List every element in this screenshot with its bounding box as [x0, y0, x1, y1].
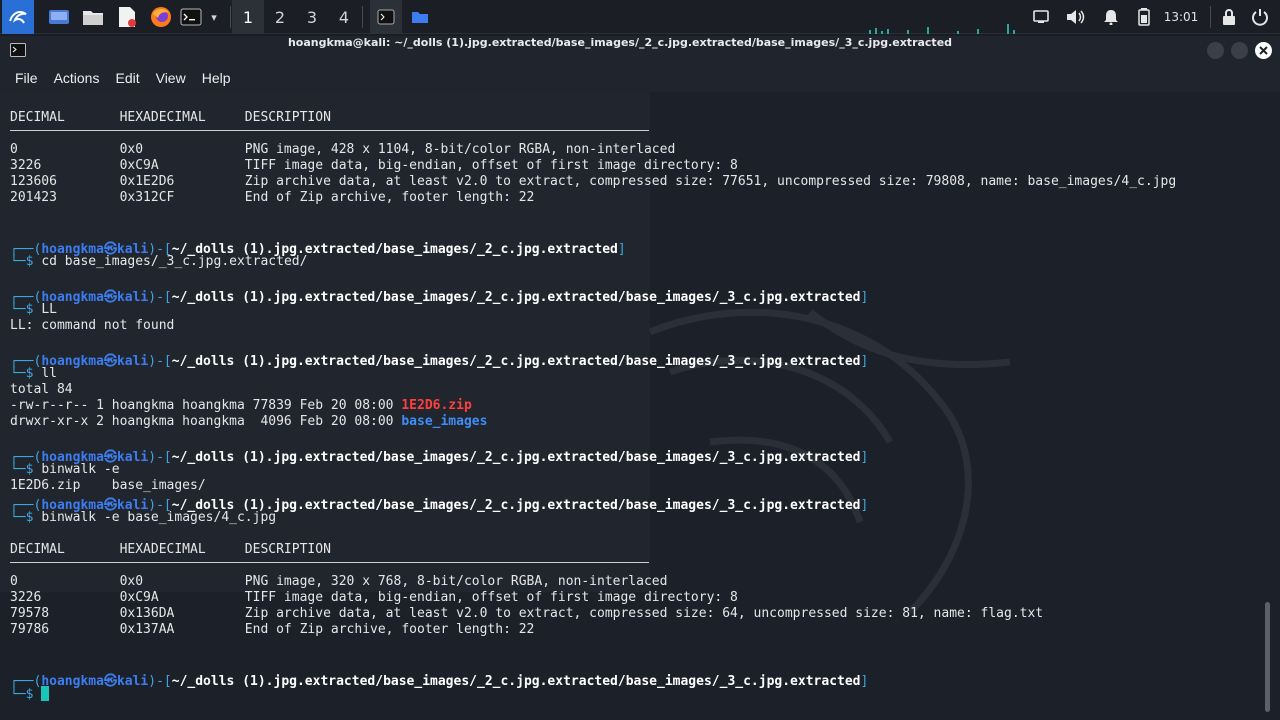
- scan2-row: 79578 0x136DA Zip archive data, at least…: [10, 606, 1044, 621]
- workspace-1[interactable]: 1: [232, 0, 264, 34]
- error-output: LL: command not found: [10, 318, 175, 333]
- prompt-line: ┌──(hoangkma㉿kali)-[~/_dolls (1).jpg.ext…: [10, 242, 626, 257]
- scan2-row: 0 0x0 PNG image, 320 x 768, 8-bit/color …: [10, 574, 668, 589]
- menu-help[interactable]: Help: [202, 70, 231, 86]
- scan1-row: 0 0x0 PNG image, 428 x 1104, 8-bit/color…: [10, 142, 676, 157]
- menu-actions[interactable]: Actions: [54, 70, 100, 86]
- scrollbar[interactable]: [1265, 602, 1270, 712]
- taskbar-terminal-window[interactable]: [370, 0, 402, 34]
- cpu-graph: [868, 0, 1028, 34]
- panel-separator: [1210, 6, 1211, 28]
- workspace-2[interactable]: 2: [264, 0, 296, 34]
- prompt-line: ┌──(hoangkma㉿kali)-[~/_dolls (1).jpg.ext…: [10, 290, 869, 305]
- prompt-line: ┌──(hoangkma㉿kali)-[~/_dolls (1).jpg.ext…: [10, 354, 869, 369]
- text-cursor: [41, 686, 50, 701]
- zip-filename: 1E2D6.zip: [401, 398, 472, 413]
- scan1-row: 201423 0x312CF End of Zip archive, foote…: [10, 190, 535, 205]
- minimize-button[interactable]: [1207, 42, 1224, 59]
- notifications-bell-icon[interactable]: [1100, 0, 1122, 34]
- workspace-4[interactable]: 4: [328, 0, 360, 34]
- kali-menu-icon[interactable]: [2, 0, 34, 34]
- menu-view[interactable]: View: [156, 70, 186, 86]
- window-titlebar[interactable]: hoangkma@kali: ~/_dolls (1).jpg.extracte…: [0, 36, 1280, 64]
- lock-icon[interactable]: [1218, 0, 1240, 34]
- firefox-icon[interactable]: [148, 0, 174, 34]
- command-line: └─$ binwalk -e: [10, 462, 120, 477]
- active-command-line[interactable]: └─$: [10, 686, 50, 702]
- scan2-row: 79786 0x137AA End of Zip archive, footer…: [10, 622, 535, 637]
- menu-file[interactable]: File: [15, 70, 38, 86]
- header-underline: [10, 562, 649, 563]
- menu-bar: File Actions Edit View Help: [0, 64, 1280, 92]
- ls-entry: -rw-r--r-- 1 hoangkma hoangkma 77839 Feb…: [10, 398, 472, 413]
- text-editor-icon[interactable]: [114, 0, 140, 34]
- window-title: hoangkma@kali: ~/_dolls (1).jpg.extracte…: [287, 36, 953, 49]
- command-line: └─$ ll: [10, 366, 57, 381]
- ls-total: total 84: [10, 382, 73, 397]
- chevron-down-icon[interactable]: ▾: [205, 0, 223, 34]
- directory-name: base_images: [401, 414, 488, 429]
- prompt-line: ┌──(hoangkma㉿kali)-[~/_dolls (1).jpg.ext…: [10, 674, 869, 689]
- file-manager-icon[interactable]: [80, 0, 106, 34]
- command-line: └─$ binwalk -e base_images/4_c.jpg: [10, 510, 277, 525]
- command-line: └─$ LL: [10, 302, 57, 317]
- ls-entry: drwxr-xr-x 2 hoangkma hoangkma 4096 Feb …: [10, 414, 488, 429]
- scan2-header: DECIMAL HEXADECIMAL DESCRIPTION: [10, 542, 331, 557]
- close-button[interactable]: [1255, 42, 1272, 59]
- logout-icon[interactable]: [1248, 0, 1272, 34]
- header-underline: [10, 130, 649, 131]
- scan1-row: 3226 0xC9A TIFF image data, big-endian, …: [10, 158, 738, 173]
- scan1-row: 123606 0x1E2D6 Zip archive data, at leas…: [10, 174, 1177, 189]
- top-panel: ▾ 1 2 3 4 13:01: [0, 0, 1280, 34]
- show-desktop-icon[interactable]: [46, 0, 72, 34]
- scan2-row: 3226 0xC9A TIFF image data, big-endian, …: [10, 590, 738, 605]
- volume-icon[interactable]: [1064, 0, 1088, 34]
- close-icon: [1259, 46, 1268, 55]
- scan1-header: DECIMAL HEXADECIMAL DESCRIPTION: [10, 110, 331, 125]
- prompt-line: ┌──(hoangkma㉿kali)-[~/_dolls (1).jpg.ext…: [10, 450, 869, 465]
- panel-separator: [362, 6, 363, 28]
- clock[interactable]: 13:01: [1158, 0, 1204, 34]
- display-icon[interactable]: [1030, 0, 1052, 34]
- terminal-launcher-icon[interactable]: [178, 0, 204, 34]
- command-line: └─$ cd base_images/_3_c.jpg.extracted/: [10, 254, 308, 269]
- battery-icon[interactable]: [1134, 0, 1154, 34]
- panel-separator: [230, 6, 231, 28]
- maximize-button[interactable]: [1231, 42, 1248, 59]
- terminal-window: hoangkma@kali: ~/_dolls (1).jpg.extracte…: [0, 36, 1280, 720]
- prompt-line: ┌──(hoangkma㉿kali)-[~/_dolls (1).jpg.ext…: [10, 498, 869, 513]
- terminal-output[interactable]: DECIMAL HEXADECIMAL DESCRIPTION 0 0x0 PN…: [0, 92, 1280, 720]
- workspace-3[interactable]: 3: [296, 0, 328, 34]
- taskbar-folder-window[interactable]: [406, 0, 434, 34]
- menu-edit[interactable]: Edit: [115, 70, 139, 86]
- binwalk-output: 1E2D6.zip base_images/: [10, 478, 206, 493]
